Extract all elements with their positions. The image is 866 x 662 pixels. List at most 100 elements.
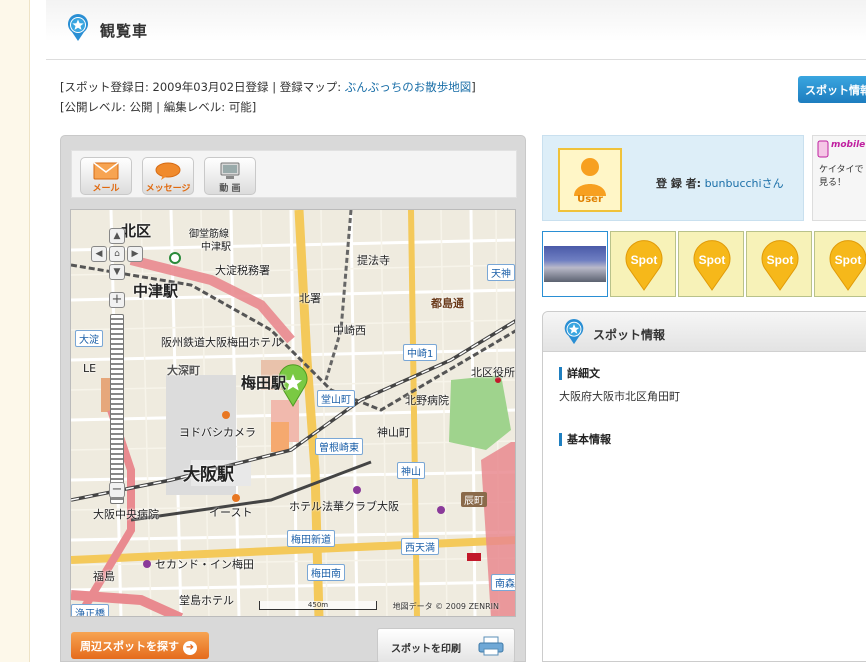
spot-meta: [スポット登録日: 2009年03月02日登録 | 登録マップ: ぶんぶっちのお… <box>60 77 476 117</box>
map-label-kamiyama: 神山 <box>397 462 425 479</box>
print-spot-button[interactable]: スポットを印刷 <box>377 628 515 662</box>
map-label-toshima-dori: 都島通 <box>431 297 464 310</box>
video-label: 動 画 <box>219 184 241 194</box>
video-button[interactable]: 動 画 <box>204 157 256 195</box>
meta-registration-text: [スポット登録日: 2009年03月02日登録 | 登録マップ: <box>60 80 345 94</box>
registrant-label: 登 録 者: <box>656 177 702 190</box>
detail-section-title: 詳細文 <box>559 367 600 380</box>
message-button[interactable]: メッセージ <box>142 157 194 195</box>
svg-text:Spot: Spot <box>699 253 726 267</box>
map-label-dojima-hotel: 堂島ホテル <box>179 594 234 607</box>
page: 観覧車 [スポット登録日: 2009年03月02日登録 | 登録マップ: ぶんぶ… <box>46 0 866 662</box>
svg-text:Spot: Spot <box>767 253 794 267</box>
registrant-info: 登 録 者: bunbucchiさん <box>656 175 784 191</box>
spot-pin-icon: Spot <box>693 240 731 291</box>
pan-right-button[interactable]: ▶ <box>127 246 143 262</box>
avatar-caption: User <box>577 194 603 205</box>
spot-pin-icon: Spot <box>761 240 799 291</box>
map-label-hotel-hokke: ホテル法華クラブ大阪 <box>289 500 399 513</box>
map-label-yodobashi: ヨドバシカメラ <box>179 426 256 439</box>
map-label-kita-police: 北署 <box>299 292 321 305</box>
map-label-kamiyamacho: 神山町 <box>377 426 410 439</box>
mobile-text-line1: ケイタイで <box>819 165 864 175</box>
svg-text:Spot: Spot <box>835 253 862 267</box>
registrant-name-link[interactable]: bunbucchiさん <box>705 177 784 190</box>
nearby-spots-button[interactable]: 周辺スポットを探す ➜ <box>71 632 209 659</box>
left-gutter <box>0 0 30 662</box>
map-label-tenjin: 天神 <box>487 264 515 281</box>
map-label-ofukacho: 大深町 <box>167 364 200 377</box>
registered-map-link[interactable]: ぶんぶっちのお散歩地図 <box>345 80 472 94</box>
map-label-le: LE <box>83 362 97 375</box>
thumbnail-spot[interactable]: Spot <box>610 231 676 297</box>
printer-icon <box>478 636 504 656</box>
thumbnail-photo[interactable] <box>542 231 608 297</box>
mobile-view-box[interactable]: mobile ケイタイで 見る！ <box>812 135 866 221</box>
photo-image <box>544 246 606 282</box>
spot-info-title: スポット情報 <box>593 328 666 342</box>
meta-bracket-close: ] <box>471 80 476 94</box>
zoom-out-button[interactable]: − <box>109 482 125 498</box>
thumbnail-spot[interactable]: Spot <box>814 231 866 297</box>
map-label-nakatsu-eki-small: 中津駅 <box>201 242 231 253</box>
map-label-tatsumicho: 辰町 <box>461 492 487 507</box>
monitor-icon <box>220 162 240 179</box>
detail-section-body: 大阪府大阪市北区角田町 <box>559 390 680 403</box>
spot-info-header: スポット情報 <box>543 312 866 352</box>
map-label-east: イースト <box>209 506 253 519</box>
map-label-second-inn: セカンド・イン梅田 <box>155 558 254 571</box>
mail-button[interactable]: メール <box>80 157 132 195</box>
user-icon <box>574 158 606 196</box>
map-credit: 地図データ © 2009 ZENRIN <box>392 602 499 611</box>
star-badge-icon <box>564 319 584 345</box>
pan-left-button[interactable]: ◀ <box>91 246 107 262</box>
speech-bubble-icon <box>155 162 181 180</box>
map-label-sonezaki-higashi: 曽根崎東 <box>315 438 363 455</box>
map-label-dojimacho: 堂山町 <box>317 390 355 407</box>
thumbnail-spot[interactable]: Spot <box>746 231 812 297</box>
page-header: 観覧車 <box>46 0 866 60</box>
spot-info-panel: スポット情報 詳細文 大阪府大阪市北区角田町 基本情報 <box>542 311 866 662</box>
map-label-hanshin-hotel: 阪州鉄道大阪梅田ホテル <box>161 336 282 349</box>
nearby-spots-label: 周辺スポットを探す <box>80 640 179 653</box>
map-base-layer <box>71 210 515 616</box>
map-panel: メール メッセージ 動 画 北区 御堂筋線 中津駅 大淀税務署 提法寺 天神 中… <box>60 135 526 662</box>
map-toolbar: メール メッセージ 動 画 <box>71 150 517 198</box>
map-zoom-control: ▲ ◀ ⌂ ▶ ▼ + − <box>91 228 143 508</box>
map-scale-bar: 450m <box>259 601 377 610</box>
arrow-right-icon: ➜ <box>183 641 197 655</box>
basic-info-section-title: 基本情報 <box>559 433 611 446</box>
map-view[interactable]: 北区 御堂筋線 中津駅 大淀税務署 提法寺 天神 中津駅 北署 都島通 阪州鉄道… <box>70 209 516 617</box>
map-label-nakazaki-nishi: 中崎西 <box>333 324 366 337</box>
spot-info-button[interactable]: スポット情報 <box>798 76 866 103</box>
map-label-kita-office: 北区役所 <box>471 366 515 379</box>
mobile-text: ケイタイで 見る！ <box>819 164 863 190</box>
thumbnail-spot[interactable]: Spot <box>678 231 744 297</box>
pan-home-button[interactable]: ⌂ <box>109 246 125 262</box>
photo-thumbnails: Spot Spot Spot Spot <box>542 231 866 299</box>
map-label-osaka-station: 大阪駅 <box>183 465 234 485</box>
map-label-umeda-shinmichi: 梅田新道 <box>287 530 335 547</box>
map-label-jo: 浄正橋 <box>71 604 109 616</box>
zoom-slider[interactable] <box>110 314 124 504</box>
map-label-nakazaki1: 中崎1 <box>403 344 438 361</box>
map-label-oyodo: 大淀 <box>75 330 103 347</box>
map-label-fukushima: 福島 <box>93 570 115 583</box>
print-spot-label: スポットを印刷 <box>391 644 461 655</box>
meta-line-registration: [スポット登録日: 2009年03月02日登録 | 登録マップ: ぶんぶっちのお… <box>60 77 476 97</box>
map-label-teihoji: 提法寺 <box>357 254 390 267</box>
page-title: 観覧車 <box>100 22 149 40</box>
mobile-text-line2: 見る！ <box>819 178 847 188</box>
avatar[interactable]: User <box>558 148 622 212</box>
pan-down-button[interactable]: ▼ <box>109 264 125 280</box>
map-label-nishi-tenma: 西天満 <box>401 538 439 555</box>
star-badge-icon <box>68 14 88 41</box>
meta-line-levels: [公開レベル: 公開 | 編集レベル: 可能] <box>60 100 257 114</box>
zoom-in-button[interactable]: + <box>109 292 125 308</box>
map-label-nakatsu-station: 中津駅 <box>133 282 179 300</box>
map-label-umeda-minami: 梅田南 <box>307 564 345 581</box>
mobile-label: mobile <box>831 140 866 150</box>
map-label-tax-office: 大淀税務署 <box>215 264 270 277</box>
pan-up-button[interactable]: ▲ <box>109 228 125 244</box>
message-label: メッセージ <box>145 184 191 194</box>
